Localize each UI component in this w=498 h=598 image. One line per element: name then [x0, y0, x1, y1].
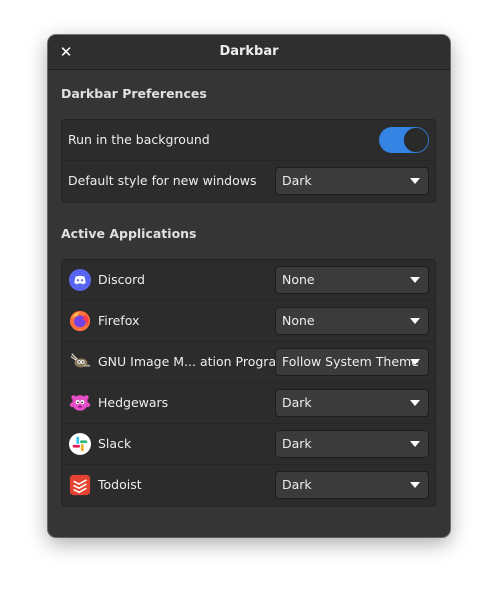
app-name: Todoist	[98, 477, 142, 492]
gimp-icon	[70, 353, 91, 368]
dropdown-value: None	[282, 313, 315, 328]
app-style-dropdown-hedgewars[interactable]: Dark	[275, 389, 429, 417]
preferences-list: Run in the background Default style for …	[61, 119, 436, 203]
firefox-icon	[69, 310, 91, 332]
app-row-gimp: GNU Image M... ation Program Follow Syst…	[62, 342, 435, 383]
chevron-down-icon	[410, 318, 420, 324]
app-row-discord: Discord None	[62, 260, 435, 301]
titlebar: ✕ Darkbar	[48, 35, 450, 70]
switch-knob	[404, 128, 428, 152]
dropdown-value: None	[282, 272, 315, 287]
window-title: Darkbar	[219, 44, 279, 59]
chevron-down-icon	[410, 359, 420, 365]
discord-icon	[69, 269, 91, 291]
chevron-down-icon	[410, 400, 420, 406]
default-style-label: Default style for new windows	[68, 173, 257, 188]
app-name: Slack	[98, 436, 132, 451]
app-style-dropdown-firefox[interactable]: None	[275, 307, 429, 335]
dropdown-value: Dark	[282, 173, 312, 188]
run-in-background-label: Run in the background	[68, 132, 210, 147]
app-style-dropdown-discord[interactable]: None	[275, 266, 429, 294]
chevron-down-icon	[410, 277, 420, 283]
app-name: Firefox	[98, 313, 140, 328]
default-style-dropdown[interactable]: Dark	[275, 167, 429, 195]
chevron-down-icon	[410, 441, 420, 447]
run-in-background-switch[interactable]	[379, 127, 429, 153]
app-style-dropdown-todoist[interactable]: Dark	[275, 471, 429, 499]
chevron-down-icon	[410, 482, 420, 488]
dropdown-value: Follow System Theme	[282, 354, 419, 369]
app-name: Discord	[98, 272, 145, 287]
run-in-background-row: Run in the background	[62, 120, 435, 161]
app-style-dropdown-slack[interactable]: Dark	[275, 430, 429, 458]
applications-section-title: Active Applications	[61, 226, 197, 241]
app-name: Hedgewars	[98, 395, 169, 410]
app-name: GNU Image M... ation Program	[98, 354, 289, 369]
app-row-hedgewars: Hedgewars Dark	[62, 383, 435, 424]
dropdown-value: Dark	[282, 395, 312, 410]
app-row-slack: Slack Dark	[62, 424, 435, 465]
darkbar-window: ✕ Darkbar Darkbar Preferences Run in the…	[48, 35, 450, 537]
app-row-firefox: Firefox None	[62, 301, 435, 342]
slack-icon	[69, 433, 91, 455]
chevron-down-icon	[410, 178, 420, 184]
dropdown-value: Dark	[282, 477, 312, 492]
hedgewars-icon	[69, 395, 91, 411]
applications-list: Discord None Firefox None GNU Image M...…	[61, 259, 436, 507]
default-style-row: Default style for new windows Dark	[62, 161, 435, 202]
dropdown-value: Dark	[282, 436, 312, 451]
app-style-dropdown-gimp[interactable]: Follow System Theme	[275, 348, 429, 376]
todoist-icon	[69, 474, 91, 496]
preferences-section-title: Darkbar Preferences	[61, 86, 207, 101]
app-row-todoist: Todoist Dark	[62, 465, 435, 506]
